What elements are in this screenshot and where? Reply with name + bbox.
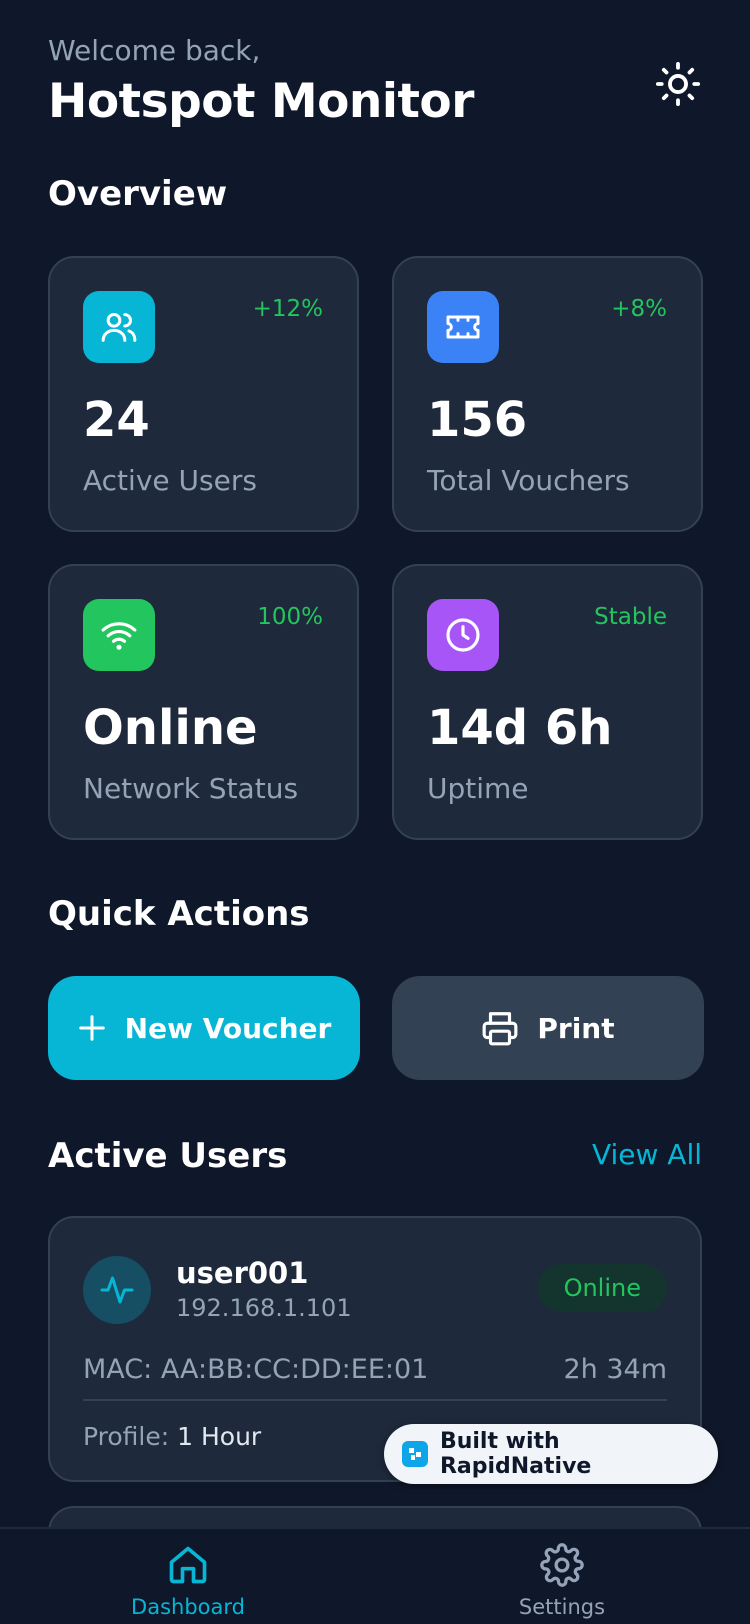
new-voucher-label: New Voucher bbox=[124, 1011, 332, 1045]
built-with-badge[interactable]: Built with RapidNative bbox=[384, 1424, 718, 1484]
user-profile: Profile: 1 Hour bbox=[83, 1422, 261, 1451]
user-ip: 192.168.1.101 bbox=[176, 1294, 352, 1322]
active-users-delta: +12% bbox=[252, 296, 323, 322]
active-users-value: 24 bbox=[83, 392, 150, 448]
print-label: Print bbox=[537, 1011, 615, 1045]
sun-icon bbox=[655, 61, 701, 107]
wifi-icon bbox=[101, 622, 137, 650]
ticket-icon-box bbox=[427, 291, 499, 363]
total-vouchers-label: Total Vouchers bbox=[427, 464, 630, 497]
users-icon-box bbox=[83, 291, 155, 363]
rapidnative-logo-icon bbox=[402, 1441, 428, 1467]
welcome-text: Welcome back, bbox=[48, 34, 261, 67]
bottom-nav: Dashboard Settings bbox=[0, 1527, 750, 1624]
nav-settings-label: Settings bbox=[518, 1595, 606, 1619]
profile-label: Profile: bbox=[83, 1422, 170, 1451]
badge-text: Built with RapidNative bbox=[439, 1429, 592, 1479]
uptime-value: 14d 6h bbox=[427, 700, 613, 756]
view-all-link[interactable]: View All bbox=[592, 1138, 702, 1171]
profile-value: 1 Hour bbox=[177, 1422, 262, 1451]
plus-icon bbox=[78, 1015, 105, 1041]
total-vouchers-delta: +8% bbox=[611, 296, 667, 322]
print-button[interactable]: Print bbox=[392, 976, 704, 1080]
status-badge: Online bbox=[537, 1264, 667, 1312]
stat-card-total-vouchers[interactable]: +8% 156 Total Vouchers bbox=[392, 256, 703, 532]
ticket-icon bbox=[446, 315, 480, 339]
clock-icon-box bbox=[427, 599, 499, 671]
theme-toggle-button[interactable] bbox=[650, 56, 706, 112]
stat-card-uptime[interactable]: Stable 14d 6h Uptime bbox=[392, 564, 703, 840]
printer-icon bbox=[482, 1012, 518, 1046]
uptime-label: Uptime bbox=[427, 772, 529, 805]
user-mac: MAC: AA:BB:CC:DD:EE:01 bbox=[83, 1354, 429, 1385]
gear-icon bbox=[540, 1543, 584, 1587]
network-status-value: Online bbox=[83, 700, 258, 756]
total-vouchers-value: 156 bbox=[427, 392, 528, 448]
network-status-delta: 100% bbox=[257, 604, 323, 630]
stat-card-active-users[interactable]: +12% 24 Active Users bbox=[48, 256, 359, 532]
overview-heading: Overview bbox=[48, 174, 228, 214]
nav-settings[interactable]: Settings bbox=[482, 1543, 642, 1619]
activity-avatar bbox=[83, 1256, 151, 1324]
nav-dashboard[interactable]: Dashboard bbox=[108, 1543, 268, 1619]
clock-icon bbox=[446, 618, 480, 652]
network-status-label: Network Status bbox=[83, 772, 299, 805]
home-icon bbox=[169, 1546, 207, 1584]
wifi-icon-box bbox=[83, 599, 155, 671]
nav-dashboard-label: Dashboard bbox=[131, 1595, 245, 1619]
divider bbox=[83, 1399, 667, 1401]
dashboard-screen: Welcome back, Hotspot Monitor Overview +… bbox=[0, 0, 750, 1624]
active-users-label: Active Users bbox=[83, 464, 257, 497]
users-icon bbox=[101, 313, 137, 342]
stat-card-network-status[interactable]: 100% Online Network Status bbox=[48, 564, 359, 840]
user-name: user001 bbox=[176, 1256, 309, 1290]
new-voucher-button[interactable]: New Voucher bbox=[48, 976, 360, 1080]
quick-actions-heading: Quick Actions bbox=[48, 894, 310, 934]
uptime-delta: Stable bbox=[594, 604, 667, 630]
activity-icon bbox=[100, 1276, 134, 1304]
page-title: Hotspot Monitor bbox=[48, 74, 474, 129]
active-users-heading: Active Users bbox=[48, 1136, 288, 1176]
user-duration: 2h 34m bbox=[563, 1354, 667, 1385]
